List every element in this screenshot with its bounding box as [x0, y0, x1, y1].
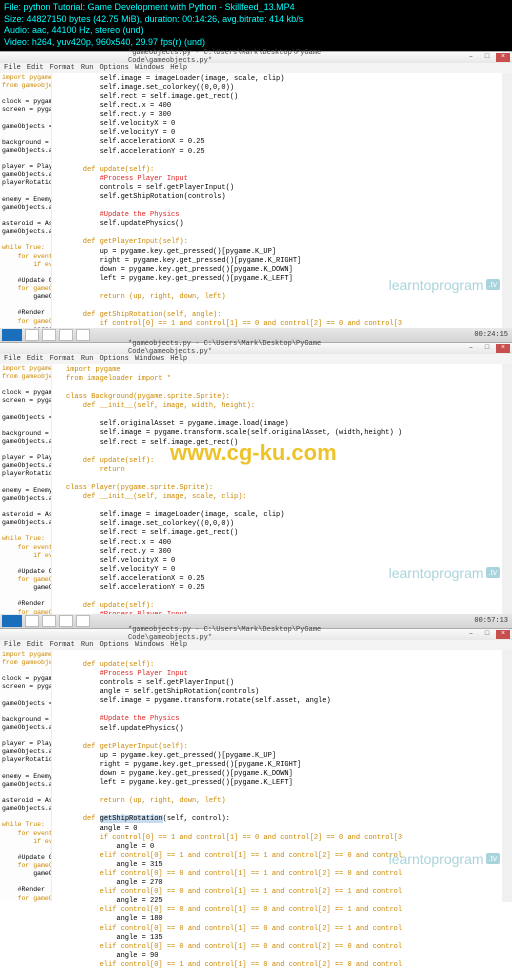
highlighted-method: getShipRotation	[100, 815, 163, 823]
media-info-header: File: python Tutorial: Game Development …	[0, 0, 512, 51]
title-path: *gameobjects.py - C:\Users\Mark\Desktop\…	[128, 49, 384, 65]
start-button[interactable]	[2, 329, 22, 341]
scrollbar-1[interactable]	[502, 73, 512, 328]
taskbar-item[interactable]	[59, 615, 73, 627]
video-line: Video: h264, yuv420p, 960x540, 29.97 fps…	[4, 37, 508, 49]
learntoprogram-logo: learntoprogram.tv	[389, 277, 500, 293]
size-line: Size: 44827150 bytes (42.75 MiB), durati…	[4, 14, 508, 26]
taskbar-item[interactable]	[76, 329, 90, 341]
menu-edit[interactable]: Edit	[27, 64, 44, 72]
menu-format[interactable]: Format	[50, 64, 75, 72]
close-button[interactable]: ×	[496, 344, 510, 353]
menu-format[interactable]: Format	[50, 641, 75, 649]
audio-line: Audio: aac, 44100 Hz, stereo (und)	[4, 25, 508, 37]
menu-run[interactable]: Run	[81, 355, 94, 363]
titlebar-1[interactable]: *gameobjects.py - C:\Users\Mark\Desktop\…	[0, 52, 512, 63]
close-button[interactable]: ×	[496, 53, 510, 62]
taskbar-item[interactable]	[25, 329, 39, 341]
maximize-button[interactable]: □	[480, 630, 494, 639]
editor-pane-2: *gameobjects.py - C:\Users\Mark\Desktop\…	[0, 342, 512, 628]
menu-edit[interactable]: Edit	[27, 641, 44, 649]
menu-run[interactable]: Run	[81, 64, 94, 72]
menu-format[interactable]: Format	[50, 355, 75, 363]
taskbar-item[interactable]	[42, 615, 56, 627]
menu-file[interactable]: File	[4, 641, 21, 649]
taskbar-item[interactable]	[25, 615, 39, 627]
editor-pane-3: *gameobjects.py - C:\Users\Mark\Desktop\…	[0, 628, 512, 902]
code-left-strip-2[interactable]: import pygame from gameobjec clock = pyg…	[0, 364, 52, 614]
title-path: *gameobjects.py - C:\Users\Mark\Desktop\…	[128, 340, 384, 356]
maximize-button[interactable]: □	[480, 53, 494, 62]
editor-pane-1: *gameobjects.py - C:\Users\Mark\Desktop\…	[0, 51, 512, 342]
titlebar-2[interactable]: *gameobjects.py - C:\Users\Mark\Desktop\…	[0, 343, 512, 354]
minimize-button[interactable]: –	[464, 630, 478, 639]
titlebar-3[interactable]: *gameobjects.py - C:\Users\Mark\Desktop\…	[0, 629, 512, 640]
menu-run[interactable]: Run	[81, 641, 94, 649]
learntoprogram-logo: learntoprogram.tv	[389, 851, 500, 867]
code-left-strip-1[interactable]: import pygame from gameobjec clock = pyg…	[0, 73, 52, 328]
menu-options[interactable]: Options	[99, 641, 128, 649]
menu-options[interactable]: Options	[99, 355, 128, 363]
minimize-button[interactable]: –	[464, 53, 478, 62]
start-button[interactable]	[2, 615, 22, 627]
menu-options[interactable]: Options	[99, 64, 128, 72]
taskbar-clock: 00:57:13	[474, 617, 508, 625]
scrollbar-2[interactable]	[502, 364, 512, 614]
watermark-text: www.cg-ku.com	[170, 440, 337, 466]
title-path: *gameobjects.py - C:\Users\Mark\Desktop\…	[128, 626, 384, 642]
taskbar-item[interactable]	[59, 329, 73, 341]
taskbar-item[interactable]	[42, 329, 56, 341]
minimize-button[interactable]: –	[464, 344, 478, 353]
file-line: File: python Tutorial: Game Development …	[4, 2, 508, 14]
learntoprogram-logo: learntoprogram.tv	[389, 565, 500, 581]
code-left-strip-3[interactable]: import pygame from gameobjec clock = pyg…	[0, 650, 52, 902]
menu-edit[interactable]: Edit	[27, 355, 44, 363]
maximize-button[interactable]: □	[480, 344, 494, 353]
menu-file[interactable]: File	[4, 64, 21, 72]
scrollbar-3[interactable]	[502, 650, 512, 902]
taskbar-clock: 00:24:15	[474, 331, 508, 339]
taskbar-item[interactable]	[76, 615, 90, 627]
menu-file[interactable]: File	[4, 355, 21, 363]
close-button[interactable]: ×	[496, 630, 510, 639]
